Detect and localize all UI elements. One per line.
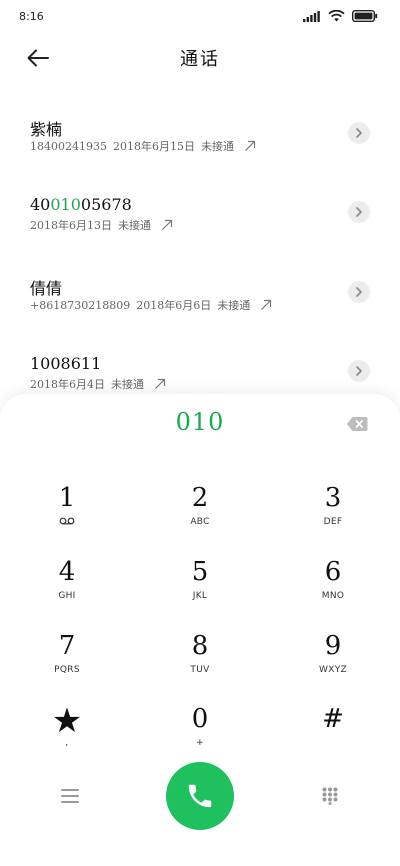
key-digit: 7 — [58, 631, 76, 661]
key-digit: 8 — [191, 631, 209, 661]
call-contact-name: 4001005678 — [30, 195, 132, 214]
key-digit: 9 — [324, 631, 342, 661]
key-letters: WXYZ — [319, 665, 347, 675]
call-detail-button[interactable] — [348, 281, 370, 303]
key-digit: 2 — [191, 483, 209, 513]
dialpad-key-6[interactable]: 6 MNO — [278, 557, 388, 621]
battery-icon — [352, 10, 378, 22]
header: 通话 — [0, 34, 400, 82]
chevron-right-icon — [356, 128, 362, 138]
key-letters: PQRS — [54, 665, 80, 675]
key-letters: GHI — [58, 591, 76, 601]
key-digit: # — [322, 704, 344, 734]
call-contact-name: 倩倩 — [30, 275, 62, 299]
call-log-item[interactable]: 4001005678 2018年6月13日 未接通 — [0, 187, 400, 267]
key-letters: TUV — [190, 665, 210, 675]
call-date: 2018年6月6日 — [136, 299, 212, 312]
call-contact-name: 1008611 — [30, 354, 101, 373]
call-log-item[interactable]: 紫楠 18400241935 2018年6月15日 未接通 — [0, 108, 400, 188]
key-letters: MNO — [321, 591, 345, 601]
status-bar: 8:16 — [0, 0, 400, 34]
call-contact-name: 紫楠 — [30, 116, 62, 140]
key-letters: DEF — [323, 517, 343, 527]
dialpad-key-3[interactable]: 3 DEF — [278, 483, 388, 547]
key-digit: 6 — [324, 557, 342, 587]
call-name-part: 倩倩 — [30, 279, 63, 298]
outgoing-call-icon — [245, 140, 256, 151]
status-icons — [303, 10, 378, 22]
backspace-icon — [346, 417, 368, 431]
call-date: 2018年6月15日 — [112, 140, 195, 153]
call-date: 2018年6月13日 — [30, 219, 112, 232]
voicemail-icon — [59, 517, 75, 525]
dialpad-key-4[interactable]: 4 GHI — [12, 557, 122, 621]
outgoing-call-icon — [155, 378, 166, 389]
call-name-part: 紫楠 — [30, 120, 63, 139]
wifi-icon — [328, 10, 345, 22]
call-number: 18400241935 — [30, 139, 107, 153]
dialpad-key-hash[interactable]: # — [278, 704, 388, 768]
page-title: 通话 — [180, 49, 220, 70]
call-status: 未接通 — [200, 140, 234, 153]
call-name-part: 05678 — [80, 195, 132, 214]
call-meta: 2018年6月13日 未接通 — [30, 217, 173, 233]
backspace-button[interactable] — [346, 416, 368, 432]
dialpad-key-2[interactable]: 2 ABC — [145, 483, 255, 547]
dialpad-grid-icon — [322, 787, 338, 805]
keypad-toggle-button[interactable] — [318, 784, 342, 808]
chevron-right-icon — [356, 366, 362, 376]
key-letters: JKL — [192, 591, 208, 601]
key-digit: 0 — [191, 704, 209, 734]
dialpad-key-0[interactable]: 0 + — [145, 704, 255, 768]
key-letters — [59, 517, 75, 529]
key-digit: 4 — [58, 557, 76, 587]
call-meta: +8618730218809 2018年6月6日 未接通 — [30, 297, 272, 313]
call-date: 2018年6月4日 — [30, 378, 105, 391]
dialpad-key-1[interactable]: 1 — [12, 483, 122, 547]
menu-button[interactable] — [58, 784, 82, 808]
key-letters: , — [65, 738, 69, 748]
call-meta: 18400241935 2018年6月15日 未接通 — [30, 138, 256, 154]
dialpad-key-5[interactable]: 5 JKL — [145, 557, 255, 621]
call-number: +8618730218809 — [30, 298, 131, 312]
call-detail-button[interactable] — [348, 360, 370, 382]
call-meta: 2018年6月4日 未接通 — [30, 376, 166, 392]
key-letters: ABC — [190, 517, 210, 527]
outgoing-call-icon — [261, 299, 272, 310]
call-name-part: 1008611 — [30, 354, 102, 373]
dialpad-key-7[interactable]: 7 PQRS — [12, 631, 122, 695]
dialed-number: 010 — [175, 408, 225, 436]
hamburger-menu-icon — [61, 789, 79, 803]
call-detail-button[interactable] — [348, 122, 370, 144]
dialpad-key-star[interactable]: ★, — [12, 704, 122, 768]
call-status: 未接通 — [118, 219, 151, 232]
phone-icon — [188, 784, 212, 808]
key-digit: 3 — [324, 483, 342, 513]
key-digit: 1 — [58, 483, 76, 513]
status-time: 8:16 — [19, 10, 44, 23]
chevron-right-icon — [356, 207, 362, 217]
call-log-item[interactable]: 倩倩 +8618730218809 2018年6月6日 未接通 — [0, 267, 400, 347]
call-status: 未接通 — [217, 299, 251, 312]
signal-icon — [303, 10, 320, 22]
dialpad-key-9[interactable]: 9 WXYZ — [278, 631, 388, 695]
call-name-part: 010 — [50, 195, 81, 214]
call-status: 未接通 — [111, 378, 144, 391]
dialpad-key-8[interactable]: 8 TUV — [145, 631, 255, 695]
call-name-part: 40 — [30, 195, 51, 214]
call-button[interactable] — [166, 762, 234, 830]
key-letters: + — [196, 738, 204, 748]
outgoing-call-icon — [162, 219, 173, 230]
call-detail-button[interactable] — [348, 201, 370, 223]
key-digit: ★ — [51, 701, 83, 741]
key-digit: 5 — [191, 557, 209, 587]
chevron-right-icon — [356, 287, 362, 297]
